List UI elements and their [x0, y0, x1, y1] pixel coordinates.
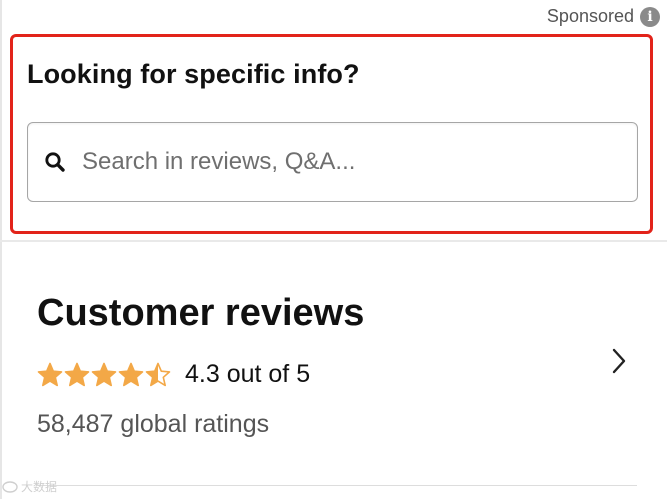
page: Sponsored i Looking for specific info? C…	[0, 0, 667, 499]
left-edge-rule	[0, 0, 2, 499]
sponsored-row[interactable]: Sponsored i	[547, 6, 660, 27]
section-divider	[0, 240, 667, 242]
star-icon	[64, 362, 90, 388]
star-icon	[37, 362, 63, 388]
search-box[interactable]	[27, 122, 638, 202]
half-star-icon	[145, 362, 171, 388]
watermark-logo-icon	[2, 480, 18, 493]
search-reviews-card: Looking for specific info?	[10, 34, 653, 234]
star-icon	[91, 362, 117, 388]
global-ratings-count[interactable]: 58,487 global ratings	[37, 410, 269, 439]
chevron-right-icon[interactable]	[607, 346, 631, 376]
watermark: 大数据	[2, 478, 57, 495]
sponsored-label: Sponsored	[546, 6, 634, 26]
watermark-text: 大数据	[21, 480, 58, 494]
info-icon[interactable]: i	[640, 6, 660, 27]
search-reviews-input[interactable]	[80, 147, 604, 177]
search-icon	[44, 151, 66, 173]
search-heading: Looking for specific info?	[27, 59, 360, 89]
star-icon	[118, 362, 144, 388]
customer-reviews-title: Customer reviews	[37, 292, 365, 334]
rating-summary[interactable]: 4.3 out of 5	[37, 360, 310, 389]
bottom-divider	[37, 485, 637, 486]
star-rating	[37, 362, 171, 388]
rating-text: 4.3 out of 5	[185, 360, 311, 388]
